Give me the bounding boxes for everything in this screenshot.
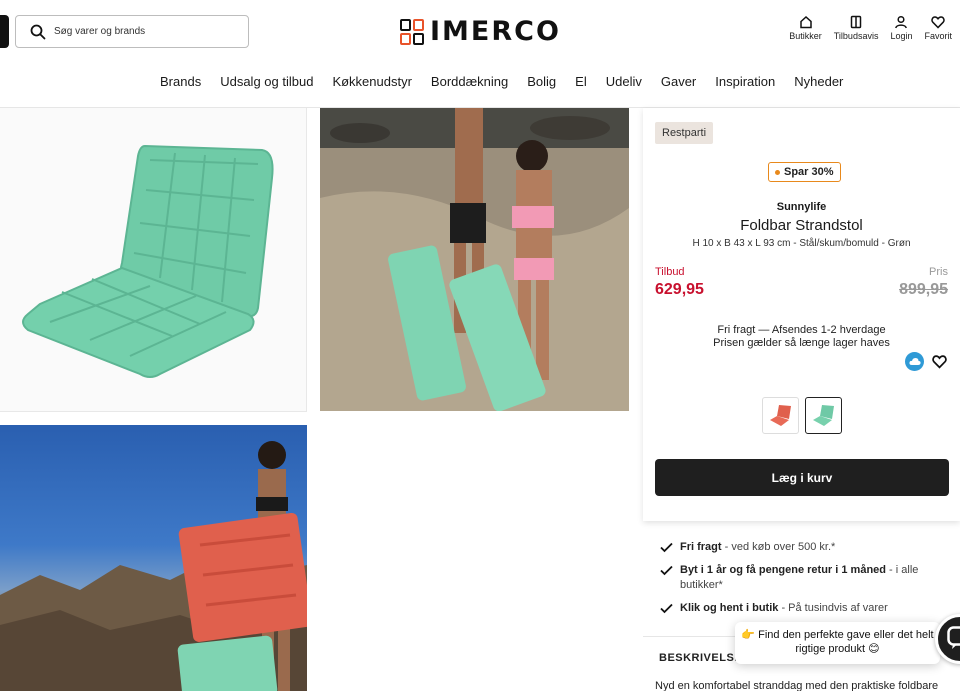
check-icon	[660, 603, 673, 614]
nav-item-news[interactable]: Nyheder	[794, 74, 843, 89]
beach-scene	[320, 108, 629, 411]
login-label: Login	[890, 31, 913, 41]
heart-icon	[931, 16, 945, 29]
search-bar[interactable]	[15, 15, 249, 48]
regular-price-label: Pris	[929, 266, 948, 278]
offer-price: 629,95	[655, 281, 704, 298]
discount-badge-text: Spar 30%	[784, 166, 834, 178]
nav-item-kitchen[interactable]: Køkkenudstyr	[332, 74, 411, 89]
usp-title: Byt i 1 år og få pengene retur i 1 måned	[680, 564, 886, 576]
offer-label: Tilbud	[655, 266, 685, 278]
clearance-badge: Restparti	[655, 122, 714, 144]
header-actions: Butikker Tilbudsavis Login Favorit	[789, 15, 952, 41]
product-title: Foldbar Strandstol	[740, 217, 863, 234]
search-icon	[30, 24, 46, 39]
description-text: Nyd en komfortabel stranddag med den pra…	[655, 680, 939, 691]
check-icon	[660, 565, 673, 576]
color-swatch-green[interactable]	[805, 397, 842, 434]
usp-detail: - På tusindvis af varer	[778, 602, 888, 614]
color-swatch-red[interactable]	[762, 397, 799, 434]
catalog-label: Tilbudsavis	[833, 31, 879, 41]
favorites-link[interactable]: Favorit	[924, 15, 952, 41]
stores-label: Butikker	[789, 31, 822, 41]
product-image-woman-rocks[interactable]	[0, 425, 307, 691]
usp-click-collect: Klik og hent i butik - På tusindvis af v…	[660, 601, 950, 616]
nav-item-brands[interactable]: Brands	[160, 74, 201, 89]
product-image-packshot[interactable]	[0, 108, 307, 412]
description-heading[interactable]: BESKRIVELSE	[659, 652, 742, 664]
favorite-heart-icon[interactable]	[932, 354, 947, 369]
cloud-icon[interactable]	[905, 352, 924, 371]
rocks-scene	[0, 441, 307, 691]
chat-prompt-bubble[interactable]: 👉 Find den perfekte gave eller det helt …	[735, 622, 940, 664]
stores-link[interactable]: Butikker	[789, 15, 822, 41]
logo-mark-icon	[400, 18, 424, 45]
store-icon	[799, 15, 812, 29]
green-chair-thumbnail-icon	[812, 404, 834, 426]
product-image-beach-couple[interactable]	[320, 108, 629, 411]
user-icon	[895, 15, 908, 29]
site-header: IMERCO Butikker Tilbudsavis Login Favori…	[0, 0, 960, 108]
product-spec: H 10 x B 43 x L 93 cm - Stål/skum/bomuld…	[692, 238, 911, 249]
usp-detail: - ved køb over 500 kr.*	[721, 541, 836, 553]
usp-returns: Byt i 1 år og få pengene retur i 1 måned…	[660, 563, 950, 593]
product-info-panel: Restparti Spar 30% Sunnylife Foldbar Str…	[643, 108, 960, 521]
price-validity-info: Prisen gælder så længe lager haves	[713, 337, 890, 349]
search-input[interactable]	[54, 26, 234, 37]
nav-item-sale[interactable]: Udsalg og tilbud	[220, 74, 313, 89]
add-to-cart-button[interactable]: Læg i kurv	[655, 459, 949, 496]
logo-text: IMERCO	[430, 16, 561, 47]
badge-dot-icon	[775, 169, 780, 175]
nav-item-tableware[interactable]: Borddækning	[431, 74, 508, 89]
shipping-info: Fri fragt — Afsendes 1-2 hverdage	[717, 324, 886, 336]
login-link[interactable]: Login	[890, 15, 912, 41]
regular-price: 899,95	[899, 281, 948, 298]
catalog-icon	[850, 15, 862, 29]
usp-list: Fri fragt - ved køb over 500 kr.* Byt i …	[660, 540, 950, 624]
discount-badge: Spar 30%	[768, 162, 841, 182]
usp-title: Klik og hent i butik	[680, 602, 779, 614]
logo[interactable]: IMERCO	[400, 16, 561, 47]
nav-item-outdoor[interactable]: Udeliv	[606, 74, 642, 89]
nav-item-inspiration[interactable]: Inspiration	[715, 74, 775, 89]
nav-item-home[interactable]: Bolig	[527, 74, 556, 89]
main-nav: Brands Udsalg og tilbud Køkkenudstyr Bor…	[160, 74, 843, 89]
usp-free-shipping: Fri fragt - ved køb over 500 kr.*	[660, 540, 950, 555]
catalog-link[interactable]: Tilbudsavis	[833, 15, 879, 41]
menu-button[interactable]	[0, 15, 9, 48]
usp-title: Fri fragt	[680, 541, 722, 553]
chair-illustration	[22, 144, 274, 378]
chat-icon	[947, 626, 960, 649]
favorites-label: Favorit	[924, 31, 952, 41]
nav-item-gifts[interactable]: Gaver	[661, 74, 696, 89]
red-chair-thumbnail-icon	[769, 404, 791, 426]
check-icon	[660, 542, 673, 553]
nav-item-electric[interactable]: El	[575, 74, 587, 89]
product-brand[interactable]: Sunnylife	[643, 201, 960, 213]
